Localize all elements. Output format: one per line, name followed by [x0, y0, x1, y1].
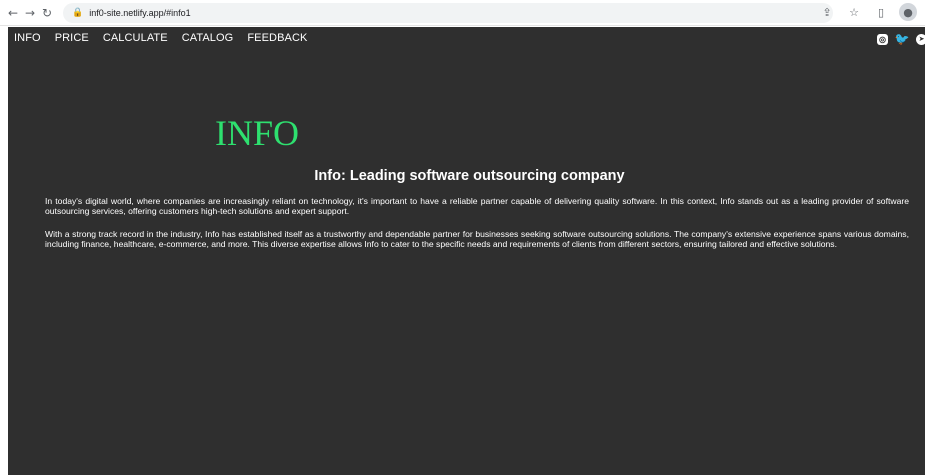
sidebar-icon[interactable]: ▯: [872, 3, 890, 21]
intro-paragraph: In today's digital world, where companie…: [45, 196, 909, 216]
page-subtitle: Info: Leading software outsourcing compa…: [314, 168, 625, 184]
forward-arrow-icon[interactable]: →: [21, 4, 39, 22]
nav-item-calculate[interactable]: CALCULATE: [103, 32, 168, 44]
experience-paragraph: With a strong track record in the indust…: [45, 229, 909, 249]
nav-item-feedback[interactable]: FEEDBACK: [247, 32, 307, 44]
profile-icon[interactable]: ●: [899, 3, 917, 21]
reload-icon[interactable]: ↻: [38, 4, 56, 22]
page-title: INFO: [215, 113, 300, 153]
star-icon[interactable]: ☆: [845, 3, 863, 21]
url-text: inf0-site.netlify.app/#info1: [89, 8, 191, 18]
social-links: ◎ 🐦 ➤: [877, 32, 925, 46]
lock-icon[interactable]: 🔒: [72, 8, 83, 18]
page-content: INFO PRICE CALCULATE CATALOG FEEDBACK ◎ …: [8, 27, 925, 475]
main-nav: INFO PRICE CALCULATE CATALOG FEEDBACK: [14, 32, 307, 44]
nav-item-catalog[interactable]: CATALOG: [182, 32, 234, 44]
telegram-icon[interactable]: ➤: [916, 33, 925, 45]
instagram-icon[interactable]: ◎: [877, 33, 888, 45]
back-arrow-icon[interactable]: ←: [4, 4, 22, 22]
browser-toolbar: ← → ↻ 🔒 inf0-site.netlify.app/#info1 ⇪ ☆…: [0, 0, 925, 26]
nav-item-price[interactable]: PRICE: [55, 32, 89, 44]
address-bar[interactable]: 🔒 inf0-site.netlify.app/#info1: [63, 3, 833, 23]
share-icon[interactable]: ⇪: [818, 3, 836, 21]
nav-item-info[interactable]: INFO: [14, 32, 41, 44]
left-margin: [0, 27, 8, 475]
twitter-icon[interactable]: 🐦: [895, 32, 910, 46]
